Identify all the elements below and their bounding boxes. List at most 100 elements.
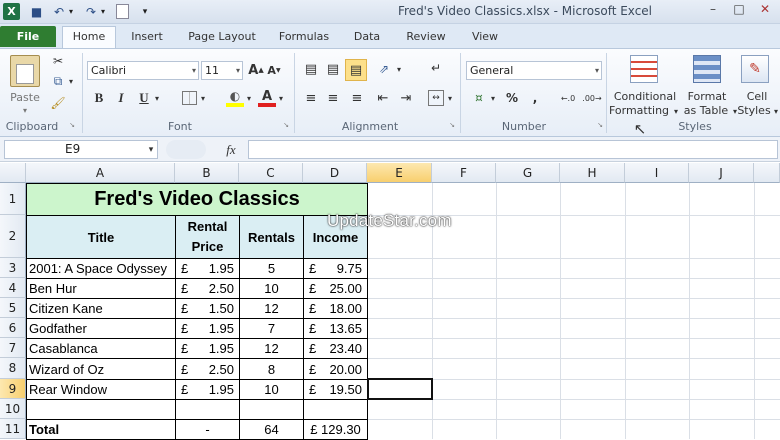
select-all-corner[interactable] [0, 163, 26, 183]
row-header-3[interactable]: 3 [0, 258, 26, 278]
income-cell[interactable]: £20.00 [303, 358, 368, 380]
font-color-dropdown-icon[interactable]: ▾ [277, 93, 285, 103]
format-as-table-label-1[interactable]: Format [684, 90, 730, 103]
underline-icon[interactable]: U [136, 90, 152, 106]
cut-icon[interactable]: ✂ [50, 53, 66, 69]
header-rentals-cell[interactable]: Rentals [239, 215, 304, 259]
orientation-icon[interactable]: ⇗ [374, 61, 394, 77]
align-right-icon[interactable]: ≡ [348, 90, 366, 106]
clipboard-launcher-icon[interactable]: ↘ [68, 121, 76, 129]
alignment-launcher-icon[interactable]: ↘ [448, 121, 456, 129]
name-box[interactable]: E9 [4, 140, 158, 159]
merge-dropdown-icon[interactable]: ▾ [446, 93, 454, 103]
total-label-cell[interactable]: Total [26, 419, 176, 440]
tab-review[interactable]: Review [398, 28, 454, 48]
conditional-formatting-label-1[interactable]: Conditional [610, 90, 680, 103]
decrease-decimal-icon[interactable]: .00→ [582, 89, 602, 107]
fill-color-dropdown-icon[interactable]: ▾ [245, 93, 253, 103]
maximize-icon[interactable]: □ [726, 2, 752, 20]
comma-style-icon[interactable]: , [528, 89, 542, 107]
row-header-2[interactable]: 2 [0, 215, 26, 258]
column-header-f[interactable]: F [432, 163, 496, 183]
font-launcher-icon[interactable]: ↘ [282, 121, 290, 129]
fill-color-icon[interactable]: ◐ [226, 89, 244, 107]
column-header-i[interactable]: I [625, 163, 689, 183]
row-header-9[interactable]: 9 [0, 379, 26, 399]
italic-icon[interactable]: I [113, 90, 129, 106]
rental-price-cell[interactable]: £1.95 [175, 318, 240, 339]
rental-price-cell[interactable]: £1.50 [175, 298, 240, 319]
total-income-cell[interactable]: £ 129.30 [303, 419, 368, 440]
row-header-10[interactable]: 10 [0, 399, 26, 419]
number-format-combo[interactable]: General ▾ [466, 61, 602, 80]
rentals-cell[interactable]: 12 [239, 298, 304, 319]
close-icon[interactable]: ✕ [752, 2, 778, 20]
wrap-text-icon[interactable]: ↵ [428, 59, 444, 77]
empty-cell[interactable] [175, 399, 240, 420]
formula-input[interactable] [248, 140, 778, 159]
column-header-j[interactable]: J [689, 163, 754, 183]
borders-dropdown-icon[interactable]: ▾ [199, 93, 207, 103]
align-left-icon[interactable]: ≡ [302, 90, 320, 106]
row-header-7[interactable]: 7 [0, 338, 26, 358]
copy-icon[interactable]: ⧉ [50, 73, 66, 89]
percent-icon[interactable]: % [504, 89, 520, 107]
movie-title-cell[interactable]: Ben Hur [26, 278, 176, 299]
column-header-e[interactable]: E [367, 163, 432, 183]
paste-button-label[interactable]: Paste [6, 91, 44, 104]
align-top-icon[interactable]: ▤ [302, 61, 320, 77]
insert-function-icon[interactable]: fx [222, 141, 240, 158]
increase-decimal-icon[interactable]: ←.0 [558, 89, 578, 107]
align-bottom-icon[interactable]: ▤ [345, 59, 367, 81]
movie-title-cell[interactable]: 2001: A Space Odyssey [26, 258, 176, 279]
font-size-combo[interactable]: 11 ▾ [201, 61, 243, 80]
rental-price-cell[interactable]: £2.50 [175, 278, 240, 299]
header-rental-price-cell[interactable]: Rental Price [175, 215, 240, 259]
row-header-11[interactable]: 11 [0, 419, 26, 439]
worksheet-grid[interactable]: A B C D E F G H I J 1 2 3 4 5 6 7 8 9 10… [0, 163, 780, 440]
active-cell-e9[interactable] [367, 378, 433, 400]
movie-title-cell[interactable]: Rear Window [26, 379, 176, 400]
cell-styles-label-1[interactable]: Cell [742, 90, 772, 103]
rental-price-cell[interactable]: £2.50 [175, 358, 240, 380]
cell-styles-label-2[interactable]: Styles [735, 104, 773, 117]
conditional-formatting-icon[interactable] [630, 55, 658, 83]
column-header-b[interactable]: B [175, 163, 239, 183]
row-header-6[interactable]: 6 [0, 318, 26, 338]
row-header-8[interactable]: 8 [0, 358, 26, 379]
minimize-icon[interactable]: – [700, 2, 726, 20]
paste-dropdown-icon[interactable]: ▾ [20, 105, 30, 115]
format-as-table-icon[interactable] [693, 55, 721, 83]
bold-icon[interactable]: B [91, 90, 107, 106]
tab-insert[interactable]: Insert [122, 28, 172, 48]
rentals-cell[interactable]: 7 [239, 318, 304, 339]
rentals-cell[interactable]: 10 [239, 278, 304, 299]
rental-price-cell[interactable]: £1.95 [175, 379, 240, 400]
column-header-a[interactable]: A [26, 163, 175, 183]
name-box-dropdown-icon[interactable]: ▾ [146, 144, 156, 156]
income-cell[interactable]: £18.00 [303, 298, 368, 319]
format-painter-icon[interactable]: 🖌 [50, 95, 66, 111]
conditional-dropdown-icon[interactable]: ▾ [672, 106, 680, 116]
movie-title-cell[interactable]: Wizard of Oz [26, 358, 176, 380]
column-header-k-partial[interactable] [754, 163, 780, 183]
font-name-combo[interactable]: Calibri ▾ [87, 61, 199, 80]
font-color-icon[interactable]: A [258, 89, 276, 107]
shrink-font-icon[interactable]: A ▼ [266, 62, 282, 78]
rental-price-cell[interactable]: £1.95 [175, 258, 240, 279]
copy-dropdown-icon[interactable]: ▾ [67, 76, 75, 86]
column-header-g[interactable]: G [496, 163, 560, 183]
conditional-formatting-label-2[interactable]: Formatting [607, 104, 671, 117]
merge-center-icon[interactable]: ↔ [428, 90, 444, 106]
income-cell[interactable]: £19.50 [303, 379, 368, 400]
tab-data[interactable]: Data [344, 28, 390, 48]
column-header-h[interactable]: H [560, 163, 625, 183]
rentals-cell[interactable]: 12 [239, 338, 304, 359]
row-header-4[interactable]: 4 [0, 278, 26, 298]
underline-dropdown-icon[interactable]: ▾ [153, 93, 161, 103]
income-cell[interactable]: £9.75 [303, 258, 368, 279]
empty-cell[interactable] [239, 399, 304, 420]
align-center-icon[interactable]: ≡ [324, 90, 342, 106]
grow-font-icon[interactable]: A ▲ [248, 62, 264, 78]
borders-icon[interactable] [182, 91, 197, 105]
